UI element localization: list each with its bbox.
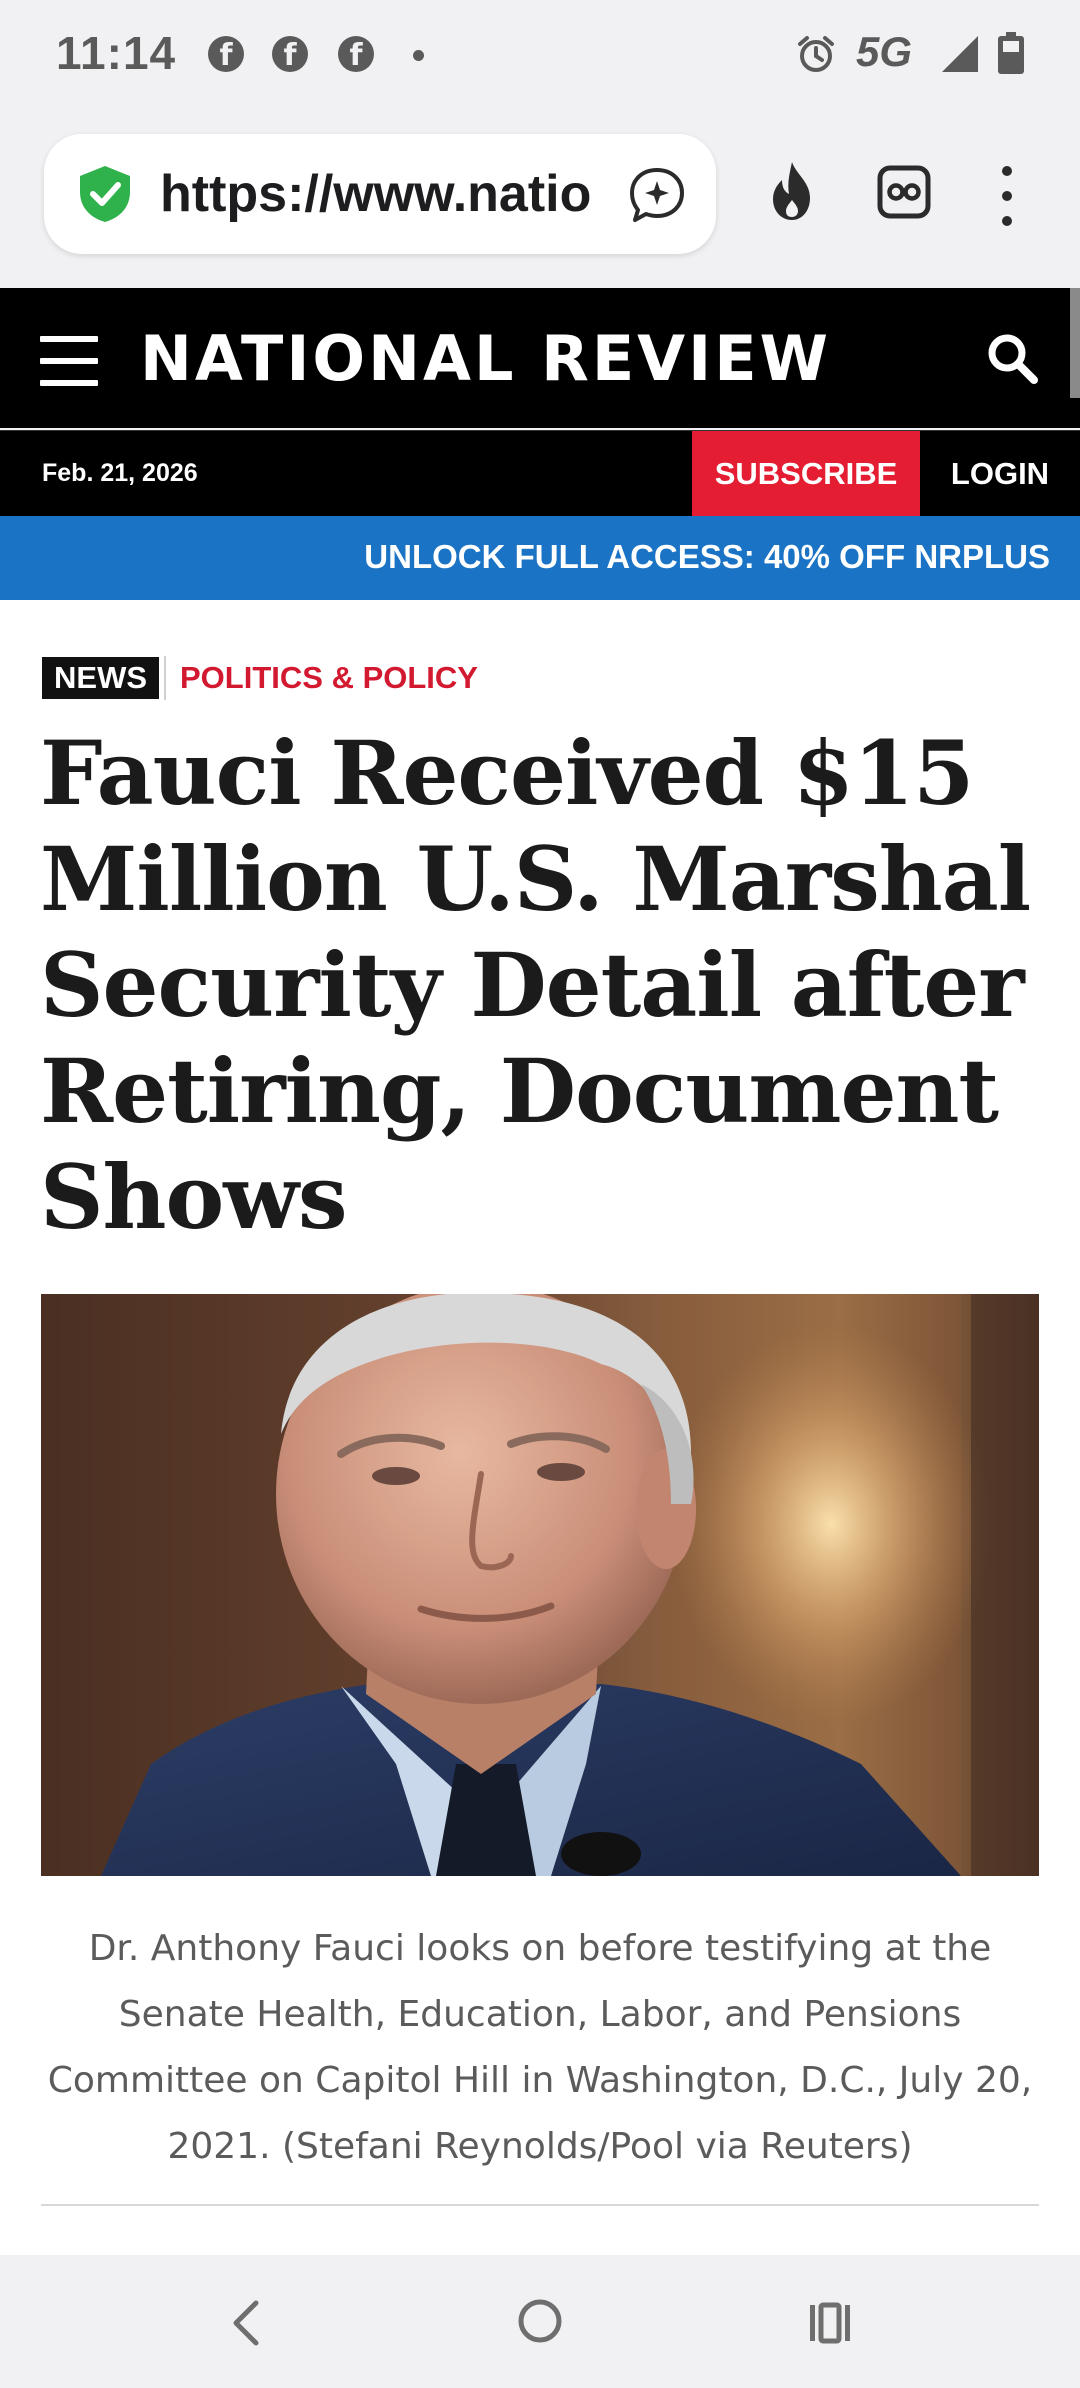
facebook-icon: f xyxy=(338,36,374,72)
search-icon[interactable] xyxy=(984,330,1040,386)
back-icon[interactable] xyxy=(226,2299,266,2347)
address-bar[interactable]: https://www.natio xyxy=(44,134,716,254)
site-subbar: Feb. 21, 2026 SUBSCRIBE LOGIN xyxy=(0,430,1080,517)
more-vert-icon[interactable] xyxy=(1000,166,1014,241)
shield-check-icon[interactable] xyxy=(76,164,134,224)
login-button[interactable]: LOGIN xyxy=(920,431,1080,517)
subscribe-button[interactable]: SUBSCRIBE xyxy=(692,431,920,517)
promo-banner[interactable]: UNLOCK FULL ACCESS: 40% OFF NRPLUS xyxy=(0,516,1080,600)
signal-icon xyxy=(942,36,978,72)
site-header: NATIONAL REVIEW xyxy=(0,288,1080,428)
more-notifications-dot xyxy=(413,50,424,61)
url-text[interactable]: https://www.natio xyxy=(160,164,648,224)
network-type: 5G xyxy=(856,28,913,75)
status-time: 11:14 xyxy=(56,27,177,79)
fire-icon[interactable] xyxy=(764,160,820,222)
battery-icon xyxy=(998,32,1024,74)
glasses-icon[interactable] xyxy=(876,164,932,220)
article-photo xyxy=(41,1294,1039,1876)
facebook-icon: f xyxy=(208,36,244,72)
assistant-icon[interactable] xyxy=(628,166,686,224)
promo-text[interactable]: UNLOCK FULL ACCESS: 40% OFF NRPLUS xyxy=(364,538,1050,576)
site-logo[interactable]: NATIONAL REVIEW xyxy=(140,322,831,395)
photo-caption: Dr. Anthony Fauci looks on before testif… xyxy=(47,1928,1033,2167)
news-tag[interactable]: NEWS xyxy=(42,657,159,699)
fauci-portrait-image xyxy=(41,1294,1039,1876)
tag-divider xyxy=(164,656,166,700)
status-bar: 11:14 f f f 5G xyxy=(0,0,1080,110)
article-headline: Fauci Received $15 Million U.S. Marshal … xyxy=(40,721,1031,1249)
alarm-icon xyxy=(798,36,834,72)
home-icon[interactable] xyxy=(516,2297,564,2345)
system-nav-bar xyxy=(0,2255,1080,2388)
page-scrollbar[interactable] xyxy=(1070,288,1080,398)
current-date: Feb. 21, 2026 xyxy=(42,459,198,487)
divider xyxy=(41,2204,1039,2206)
recents-icon[interactable] xyxy=(806,2299,854,2347)
facebook-icon: f xyxy=(272,36,308,72)
hamburger-menu-icon[interactable] xyxy=(40,336,98,402)
article: NEWS POLITICS & POLICY Fauci Received $1… xyxy=(0,600,1080,2255)
category-link[interactable]: POLITICS & POLICY xyxy=(180,660,478,696)
